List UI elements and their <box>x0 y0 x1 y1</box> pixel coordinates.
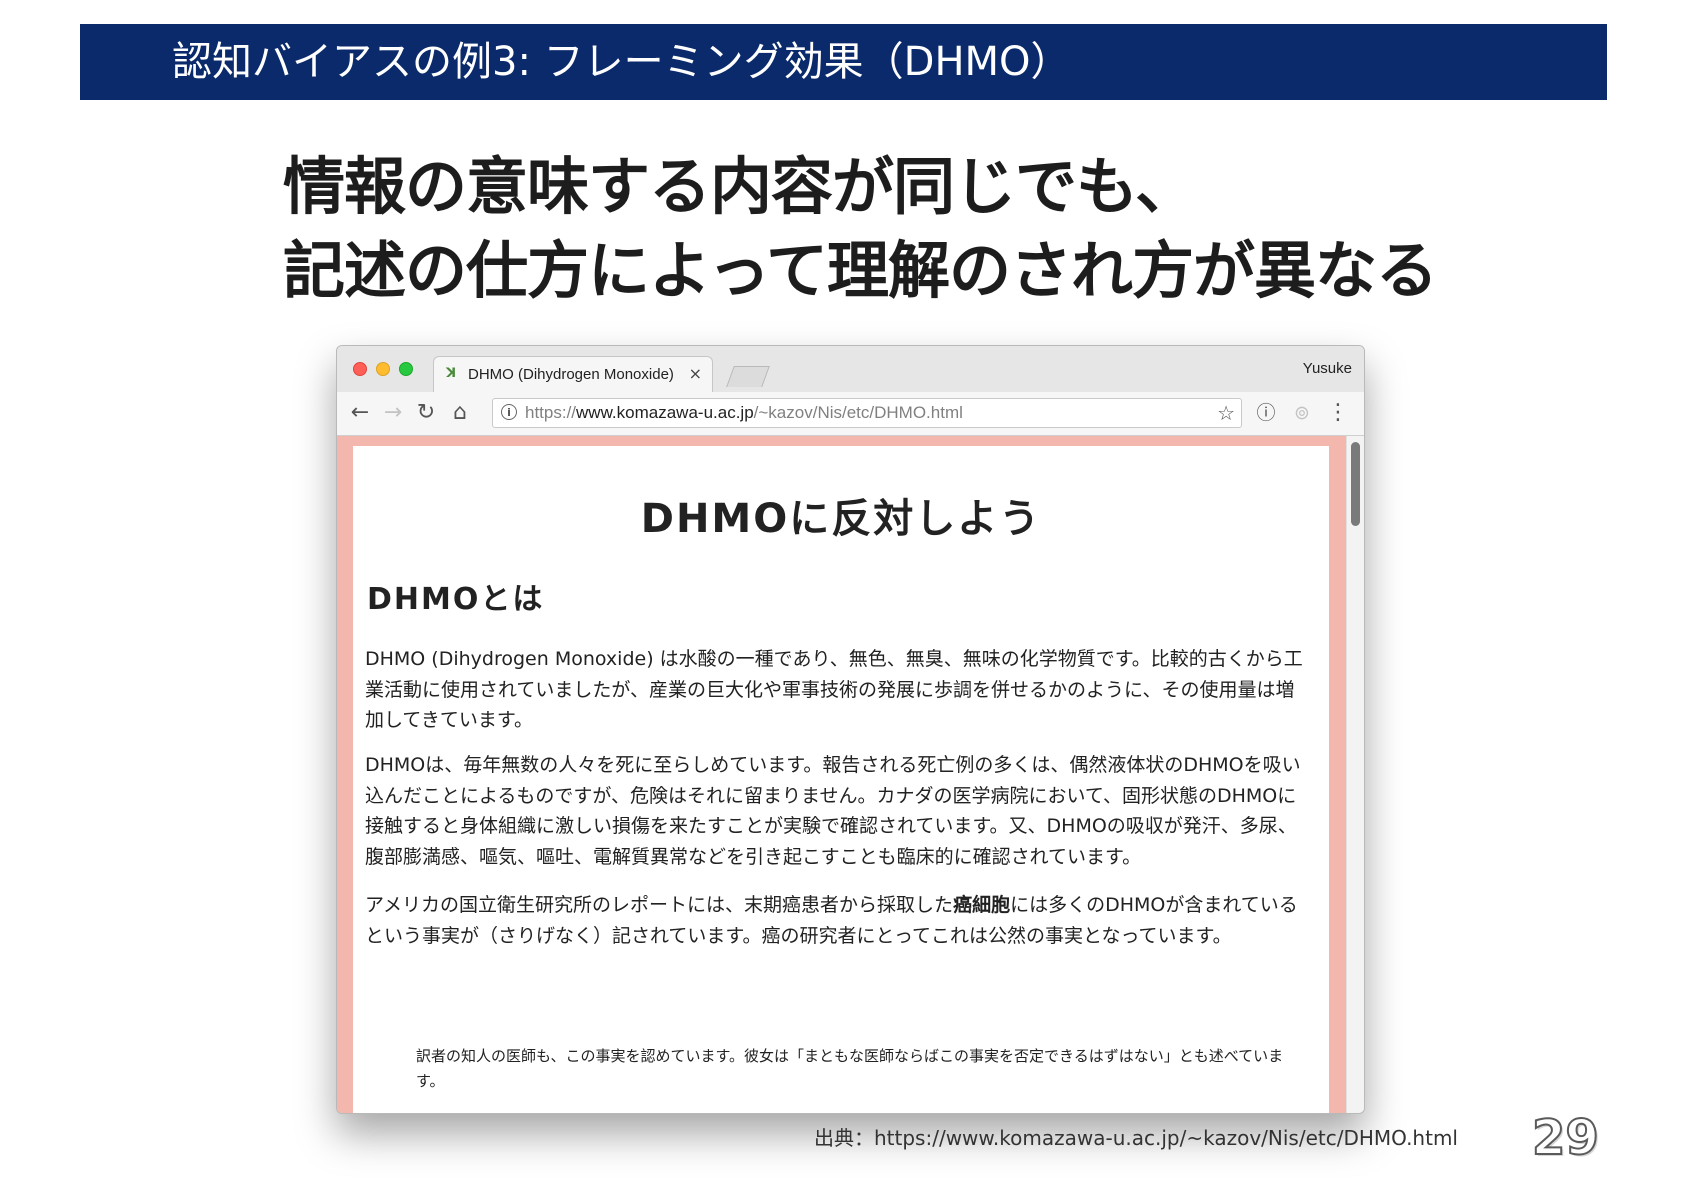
browser-window: ꓘ DHMO (Dihydrogen Monoxide) × Yusuke ← … <box>336 345 1365 1114</box>
forward-arrow-icon[interactable]: → <box>380 400 406 426</box>
minimize-window-button[interactable] <box>376 362 390 376</box>
webpage-quote: 訳者の知人の医師も、この事実を認めています。彼女は「まともな医師ならばこの事実を… <box>416 1047 1284 1090</box>
close-window-button[interactable] <box>353 362 367 376</box>
webpage-paragraph-1: DHMO (Dihydrogen Monoxide) は水酸の一種であり、無色、… <box>365 648 1303 731</box>
url-scheme: https:// <box>525 403 577 422</box>
webpage-section-heading: DHMOとは <box>367 582 545 617</box>
tab-close-icon[interactable]: × <box>689 363 702 385</box>
browser-toolbar: ← → ↻ ⌂ i https://www.komazawa-u.ac.jp/~… <box>337 392 1364 436</box>
slide-heading-line-1: 情報の意味する内容が同じでも、 <box>283 150 1197 223</box>
browser-menu-icon[interactable]: ⋮ <box>1325 400 1351 426</box>
webpage-paragraph-3: アメリカの国立衛生研究所のレポートには、末期癌患者から採取した癌細胞には多くのD… <box>365 890 1305 951</box>
site-favicon-icon: ꓘ <box>446 366 457 381</box>
webpage-paragraph-2: DHMOは、毎年無数の人々を死に至らしめています。報告される死亡例の多くは、偶然… <box>365 754 1301 868</box>
extension-info-icon[interactable]: ⓘ <box>1253 400 1279 426</box>
url-path: /~kazov/Nis/etc/DHMO.html <box>753 403 963 422</box>
slide-title-bar: 認知バイアスの例3: フレーミング効果（DHMO） <box>80 24 1607 100</box>
url-host: www.komazawa-u.ac.jp <box>576 403 754 422</box>
source-citation: 出典：https://www.komazawa-u.ac.jp/~kazov/N… <box>814 1126 1458 1150</box>
webpage-title: DHMOに反対しよう <box>640 496 1042 542</box>
profile-name[interactable]: Yusuke <box>1303 360 1352 377</box>
reload-icon[interactable]: ↻ <box>413 400 439 426</box>
url-text[interactable]: https://www.komazawa-u.ac.jp/~kazov/Nis/… <box>525 403 963 423</box>
scrollbar-thumb[interactable] <box>1351 442 1360 526</box>
site-info-icon[interactable]: i <box>501 404 517 420</box>
page-viewport: DHMOに反対しよう DHMOとは DHMO (Dihydrogen Monox… <box>337 436 1364 1113</box>
browser-tab-active[interactable]: ꓘ DHMO (Dihydrogen Monoxide) × <box>433 356 713 392</box>
webpage-content: DHMOに反対しよう DHMOとは DHMO (Dihydrogen Monox… <box>353 446 1329 1113</box>
paragraph-3-text-before: アメリカの国立衛生研究所のレポートには、末期癌患者から採取した <box>365 894 954 916</box>
slide-heading-line-2: 記述の仕方によって理解のされ方が異なる <box>283 234 1438 307</box>
address-bar[interactable]: i https://www.komazawa-u.ac.jp/~kazov/Ni… <box>492 398 1242 428</box>
home-icon[interactable]: ⌂ <box>447 400 473 426</box>
maximize-window-button[interactable] <box>399 362 413 376</box>
tab-title: DHMO (Dihydrogen Monoxide) <box>468 366 674 383</box>
slide-heading: 情報の意味する内容が同じでも、 記述の仕方によって理解のされ方が異なる <box>283 145 1533 313</box>
slide-page-number: 29 <box>1531 1109 1600 1167</box>
bookmark-star-icon[interactable]: ☆ <box>1217 401 1235 425</box>
page-scrollbar[interactable] <box>1346 436 1364 1113</box>
paragraph-3-bold-term: 癌細胞 <box>953 894 1011 916</box>
back-arrow-icon[interactable]: ← <box>347 400 373 426</box>
slide-title: 認知バイアスの例3: フレーミング効果（DHMO） <box>172 39 1071 85</box>
extension-disabled-icon[interactable]: ⊚ <box>1289 400 1315 426</box>
browser-titlebar: ꓘ DHMO (Dihydrogen Monoxide) × Yusuke <box>337 346 1364 392</box>
new-tab-button[interactable] <box>726 366 770 387</box>
